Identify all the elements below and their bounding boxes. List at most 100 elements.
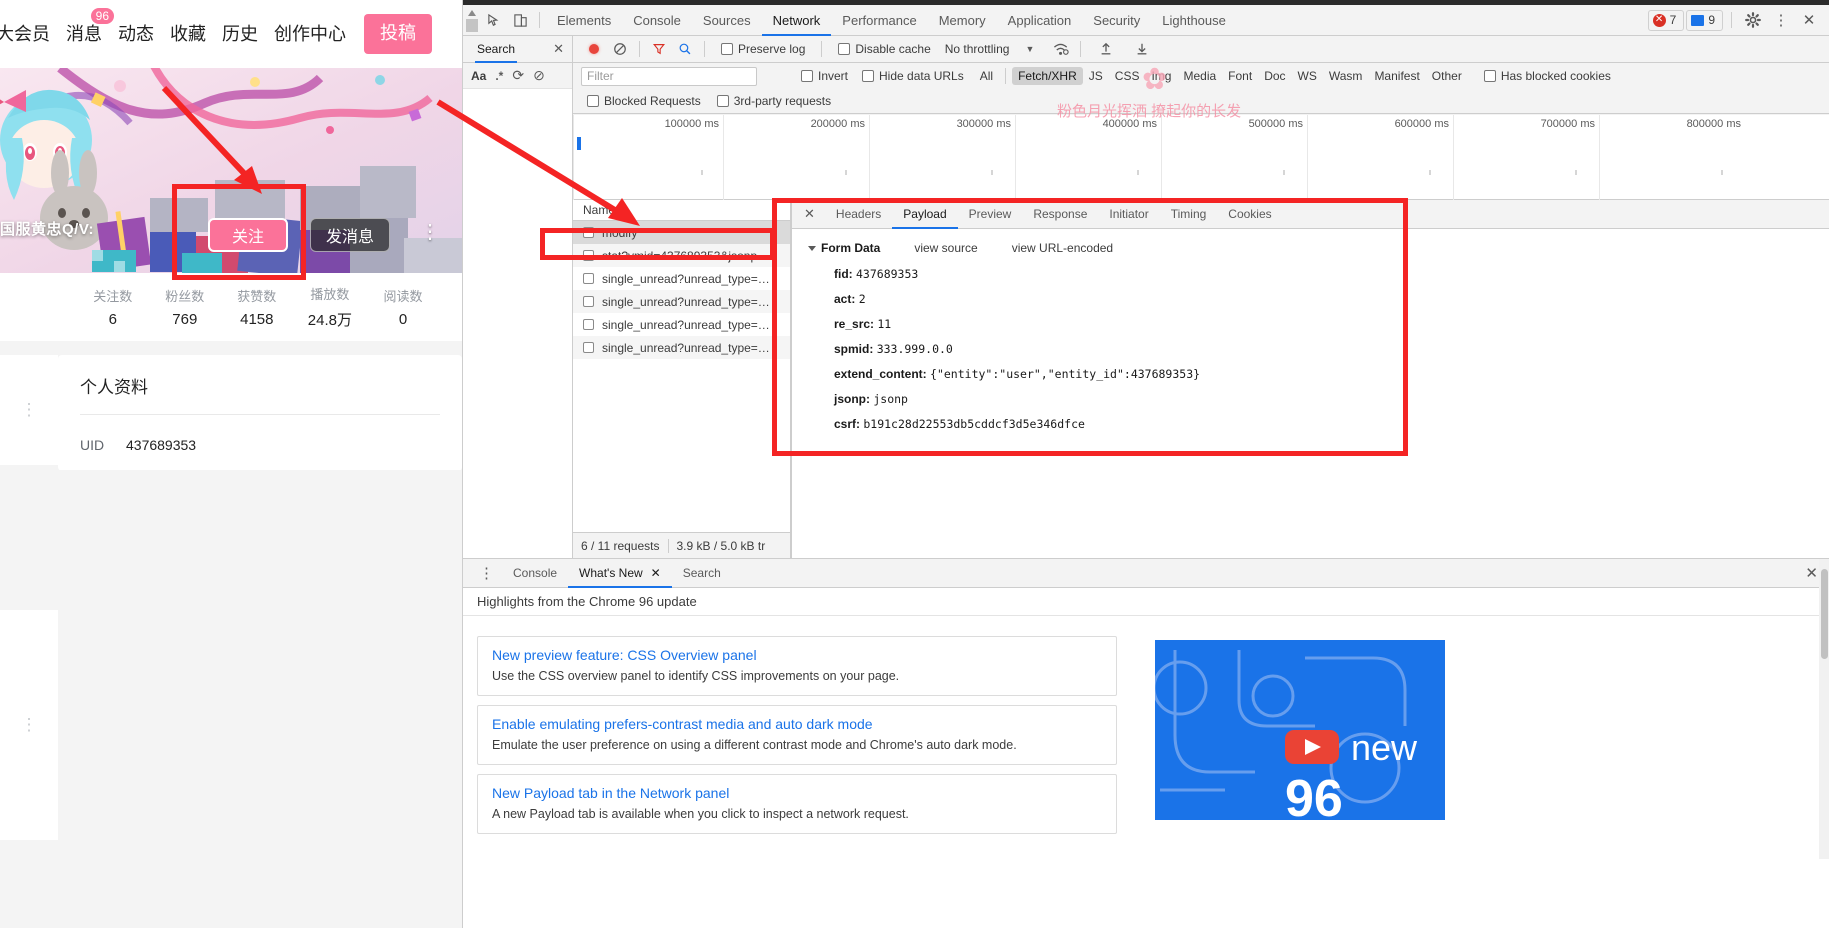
filter-type-fetch-xhr[interactable]: Fetch/XHR <box>1012 67 1083 85</box>
drawer-menu-icon[interactable]: ⋮ <box>471 566 502 581</box>
filter-type-doc[interactable]: Doc <box>1258 67 1291 85</box>
tab-application[interactable]: Application <box>997 5 1083 36</box>
checkbox-box[interactable] <box>838 43 851 55</box>
tab-lighthouse[interactable]: Lighthouse <box>1151 5 1237 36</box>
regex-icon[interactable]: .* <box>495 69 503 83</box>
hide-data-urls-checkbox[interactable]: Hide data URLs <box>862 69 964 83</box>
inspect-element-icon[interactable] <box>481 7 507 33</box>
chevron-down-icon[interactable] <box>808 245 816 251</box>
tab-console[interactable]: Console <box>622 5 692 36</box>
tab-security[interactable]: Security <box>1082 5 1151 36</box>
view-url-encoded-link[interactable]: view URL-encoded <box>1012 241 1113 255</box>
refresh-icon[interactable]: ⟳ <box>512 67 524 84</box>
filter-icon[interactable] <box>646 36 672 62</box>
clear-search-icon[interactable]: ⊘ <box>533 67 545 84</box>
disable-cache-checkbox[interactable]: Disable cache <box>838 42 931 56</box>
drawer-scrollbar[interactable] <box>1819 559 1829 859</box>
tab-sources[interactable]: Sources <box>692 5 762 36</box>
checkbox-box[interactable] <box>587 95 599 107</box>
left-rail-top[interactable]: ⋮ <box>0 355 58 465</box>
tab-timing[interactable]: Timing <box>1160 200 1218 229</box>
tab-memory[interactable]: Memory <box>928 5 997 36</box>
checkbox-box[interactable] <box>1483 70 1496 82</box>
row-checkbox[interactable] <box>583 227 594 238</box>
scroll-up-arrow-icon[interactable] <box>468 9 476 16</box>
device-toolbar-icon[interactable] <box>507 7 533 33</box>
row-checkbox[interactable] <box>583 296 594 307</box>
has-blocked-cookies-checkbox[interactable]: Has blocked cookies <box>1483 69 1611 83</box>
tab-search[interactable]: Search <box>475 36 517 63</box>
filter-type-img[interactable]: Img <box>1145 67 1177 85</box>
chevron-down-icon[interactable]: ▼ <box>1025 44 1034 54</box>
item-title[interactable]: New preview feature: CSS Overview panel <box>492 647 1102 663</box>
third-party-requests-checkbox[interactable]: 3rd-party requests <box>716 94 831 108</box>
table-row[interactable]: stat?vmid=437689353&jsonp.. <box>573 244 790 267</box>
list-item[interactable]: New preview feature: CSS Overview panel … <box>477 636 1117 696</box>
list-item[interactable]: Enable emulating prefers-contrast media … <box>477 704 1117 765</box>
match-case-icon[interactable]: Aa <box>471 69 486 83</box>
message-count-badge[interactable]: 9 <box>1686 9 1723 31</box>
panel-scroll-handle[interactable] <box>463 5 481 36</box>
item-title[interactable]: New Payload tab in the Network panel <box>492 785 1102 801</box>
nav-item-4[interactable]: 历史 <box>214 0 266 68</box>
filter-type-css[interactable]: CSS <box>1109 67 1146 85</box>
tab-network[interactable]: Network <box>762 5 832 36</box>
tab-elements[interactable]: Elements <box>546 5 622 36</box>
view-source-link[interactable]: view source <box>914 241 977 255</box>
clear-icon[interactable] <box>607 36 633 62</box>
close-search-icon[interactable]: ✕ <box>553 41 564 57</box>
tab-headers[interactable]: Headers <box>825 200 892 229</box>
nav-item-2[interactable]: 动态 <box>110 0 162 68</box>
nav-item-5[interactable]: 创作中心 <box>266 0 354 68</box>
export-har-icon[interactable] <box>1129 36 1155 62</box>
form-data-title[interactable]: Form Data <box>808 241 880 255</box>
table-row[interactable]: single_unread?unread_type=… <box>573 267 790 290</box>
nav-item-3[interactable]: 收藏 <box>162 0 214 68</box>
preserve-log-checkbox[interactable]: Preserve log <box>721 42 805 56</box>
filter-type-wasm[interactable]: Wasm <box>1323 67 1369 85</box>
tab-preview[interactable]: Preview <box>958 200 1023 229</box>
network-conditions-icon[interactable] <box>1048 36 1074 62</box>
tab-initiator[interactable]: Initiator <box>1098 200 1159 229</box>
scroll-thumb[interactable] <box>466 18 478 32</box>
nav-item-0[interactable]: 大会员 <box>0 0 58 68</box>
more-options-icon[interactable]: ⋮ <box>1768 7 1794 33</box>
list-item[interactable]: New Payload tab in the Network panel A n… <box>477 773 1117 834</box>
left-rail-bottom[interactable]: ⋮ <box>0 610 58 840</box>
scrollbar-thumb[interactable] <box>1821 569 1828 659</box>
row-checkbox[interactable] <box>583 342 594 353</box>
item-title[interactable]: Enable emulating prefers-contrast media … <box>492 716 1102 732</box>
drawer-tab-console[interactable]: Console <box>502 559 568 588</box>
close-details-icon[interactable]: ✕ <box>802 206 825 222</box>
filter-type-ws[interactable]: WS <box>1292 67 1323 85</box>
table-row[interactable]: modify <box>573 221 790 244</box>
tab-performance[interactable]: Performance <box>831 5 927 36</box>
filter-type-manifest[interactable]: Manifest <box>1368 67 1425 85</box>
tab-cookies[interactable]: Cookies <box>1217 200 1282 229</box>
follow-button[interactable]: 关注 <box>208 218 288 252</box>
filter-type-font[interactable]: Font <box>1222 67 1258 85</box>
send-message-button[interactable]: 发消息 <box>310 218 390 252</box>
filter-type-all[interactable]: All <box>974 67 999 85</box>
upload-button[interactable]: 投稿 <box>364 14 432 54</box>
close-icon[interactable]: ✕ <box>1796 7 1822 33</box>
throttling-select[interactable]: No throttling ▼ <box>945 42 1035 56</box>
import-har-icon[interactable] <box>1093 36 1119 62</box>
close-tab-icon[interactable]: ✕ <box>651 566 661 580</box>
checkbox-box[interactable] <box>862 70 875 82</box>
row-checkbox[interactable] <box>583 319 594 330</box>
row-checkbox[interactable] <box>583 250 594 261</box>
filter-type-other[interactable]: Other <box>1426 67 1468 85</box>
blocked-requests-checkbox[interactable]: Blocked Requests <box>587 94 701 108</box>
table-row[interactable]: single_unread?unread_type=… <box>573 290 790 313</box>
table-row[interactable]: single_unread?unread_type=… <box>573 336 790 359</box>
more-options-icon[interactable]: ⋮ <box>420 222 440 242</box>
checkbox-box[interactable] <box>716 95 729 107</box>
gear-icon[interactable] <box>1740 7 1766 33</box>
row-checkbox[interactable] <box>583 273 594 284</box>
nav-item-1[interactable]: 消息 96 <box>58 0 114 68</box>
filter-type-js[interactable]: JS <box>1083 67 1109 85</box>
filter-type-media[interactable]: Media <box>1177 67 1222 85</box>
drawer-tab-search[interactable]: Search <box>672 559 732 588</box>
record-icon[interactable] <box>581 36 607 62</box>
